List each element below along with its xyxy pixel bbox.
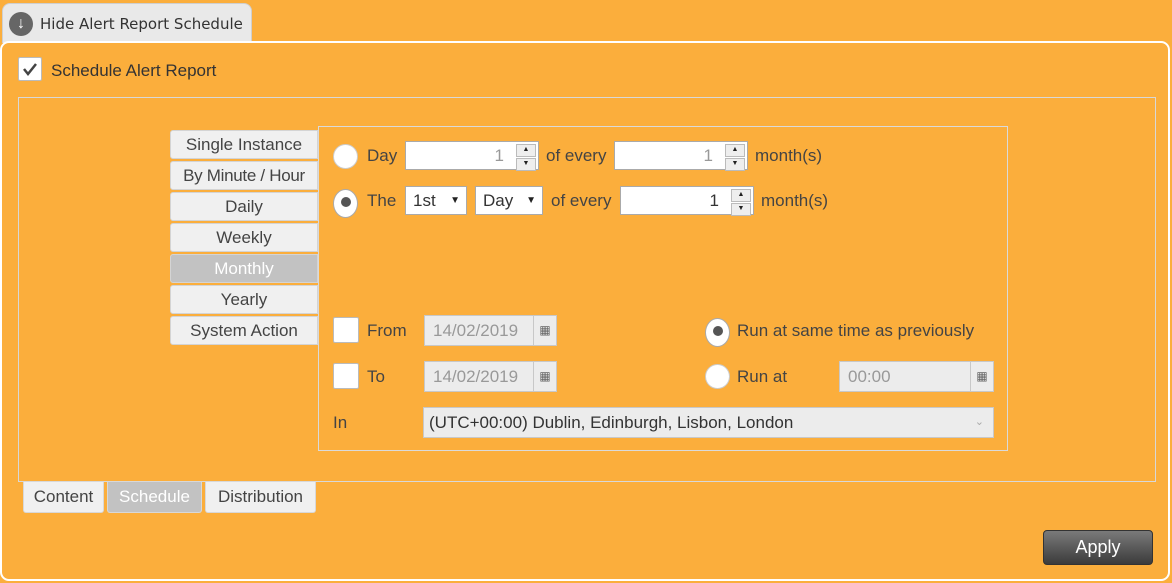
tab-daily[interactable]: Daily <box>170 192 318 221</box>
the-radio[interactable] <box>333 189 358 218</box>
apply-button[interactable]: Apply <box>1043 530 1153 565</box>
to-date-field[interactable]: 14/02/2019 ▦ <box>424 361 557 392</box>
monthly-options-panel <box>318 126 1008 451</box>
day-month-stepper[interactable]: 1 ▲ ▼ <box>614 141 748 171</box>
day-value-stepper[interactable]: 1 ▲ ▼ <box>405 141 539 171</box>
stepper-down-icon[interactable]: ▼ <box>516 158 536 171</box>
stepper-up-icon[interactable]: ▲ <box>731 189 751 202</box>
stepper-down-icon[interactable]: ▼ <box>725 158 745 171</box>
tab-system-action[interactable]: System Action <box>170 316 318 345</box>
stepper-down-icon[interactable]: ▼ <box>731 203 751 216</box>
stepper-up-icon[interactable]: ▲ <box>516 144 536 157</box>
ordinal-value: 1st <box>413 191 436 210</box>
chevron-down-icon: ▼ <box>526 195 536 206</box>
day-value: 1 <box>494 146 504 165</box>
from-checkbox[interactable] <box>333 317 359 343</box>
schedule-alert-checkbox[interactable] <box>18 57 42 81</box>
tab-weekly[interactable]: Weekly <box>170 223 318 252</box>
calendar-icon[interactable]: ▦ <box>533 362 556 391</box>
the-of-every-label: of every <box>551 191 612 210</box>
chevron-down-icon: ▼ <box>450 195 460 206</box>
clock-picker-icon[interactable]: ▦ <box>970 362 993 391</box>
day-month-stepper-buttons[interactable]: ▲ ▼ <box>725 144 745 171</box>
schedule-alert-label: Schedule Alert Report <box>51 61 217 80</box>
timezone-select[interactable]: (UTC+00:00) Dublin, Edinburgh, Lisbon, L… <box>423 407 994 438</box>
tab-distribution[interactable]: Distribution <box>205 482 316 513</box>
tab-schedule[interactable]: Schedule <box>107 482 202 513</box>
run-at-time-value: 00:00 <box>848 367 891 386</box>
arrow-down-circle-icon: ↓ <box>9 12 33 36</box>
day-stepper-buttons[interactable]: ▲ ▼ <box>516 144 536 171</box>
the-months-label: month(s) <box>761 191 829 210</box>
hide-schedule-tab[interactable]: ↓ Hide Alert Report Schedule <box>2 3 252 43</box>
day-type-select[interactable]: Day ▼ <box>475 186 543 215</box>
tab-by-minute-hour[interactable]: By Minute / Hour <box>170 161 318 190</box>
stepper-up-icon[interactable]: ▲ <box>725 144 745 157</box>
the-month-value: 1 <box>709 191 719 210</box>
from-date-value: 14/02/2019 <box>433 321 519 340</box>
to-date-value: 14/02/2019 <box>433 367 519 386</box>
timezone-label: In <box>333 413 348 432</box>
ordinal-select[interactable]: 1st ▼ <box>405 186 467 215</box>
the-month-stepper[interactable]: 1 ▲ ▼ <box>620 186 754 216</box>
tab-yearly[interactable]: Yearly <box>170 285 318 314</box>
day-type-value: Day <box>483 191 514 210</box>
day-month-value: 1 <box>703 146 713 165</box>
run-at-radio[interactable] <box>705 364 730 389</box>
to-checkbox[interactable] <box>333 363 359 389</box>
from-label: From <box>367 321 407 340</box>
day-months-label: month(s) <box>755 146 823 165</box>
tab-monthly[interactable]: Monthly <box>170 254 318 283</box>
day-label: Day <box>367 146 398 165</box>
run-same-time-label: Run at same time as previously <box>737 321 975 340</box>
the-month-stepper-buttons[interactable]: ▲ ▼ <box>731 189 751 216</box>
run-at-label: Run at <box>737 367 788 386</box>
run-same-time-radio[interactable] <box>705 318 730 347</box>
check-icon <box>23 63 37 77</box>
hide-schedule-label: Hide Alert Report Schedule <box>40 15 243 33</box>
run-at-time-field[interactable]: 00:00 ▦ <box>839 361 994 392</box>
timezone-value: (UTC+00:00) Dublin, Edinburgh, Lisbon, L… <box>429 413 794 432</box>
day-of-every-label: of every <box>546 146 607 165</box>
chevron-down-icon: ⌄ <box>974 416 984 428</box>
day-radio[interactable] <box>333 144 358 169</box>
calendar-icon[interactable]: ▦ <box>533 316 556 345</box>
tab-content[interactable]: Content <box>23 482 104 513</box>
to-label: To <box>367 367 385 386</box>
tab-single-instance[interactable]: Single Instance <box>170 130 318 159</box>
from-date-field[interactable]: 14/02/2019 ▦ <box>424 315 557 346</box>
the-label: The <box>367 191 397 210</box>
